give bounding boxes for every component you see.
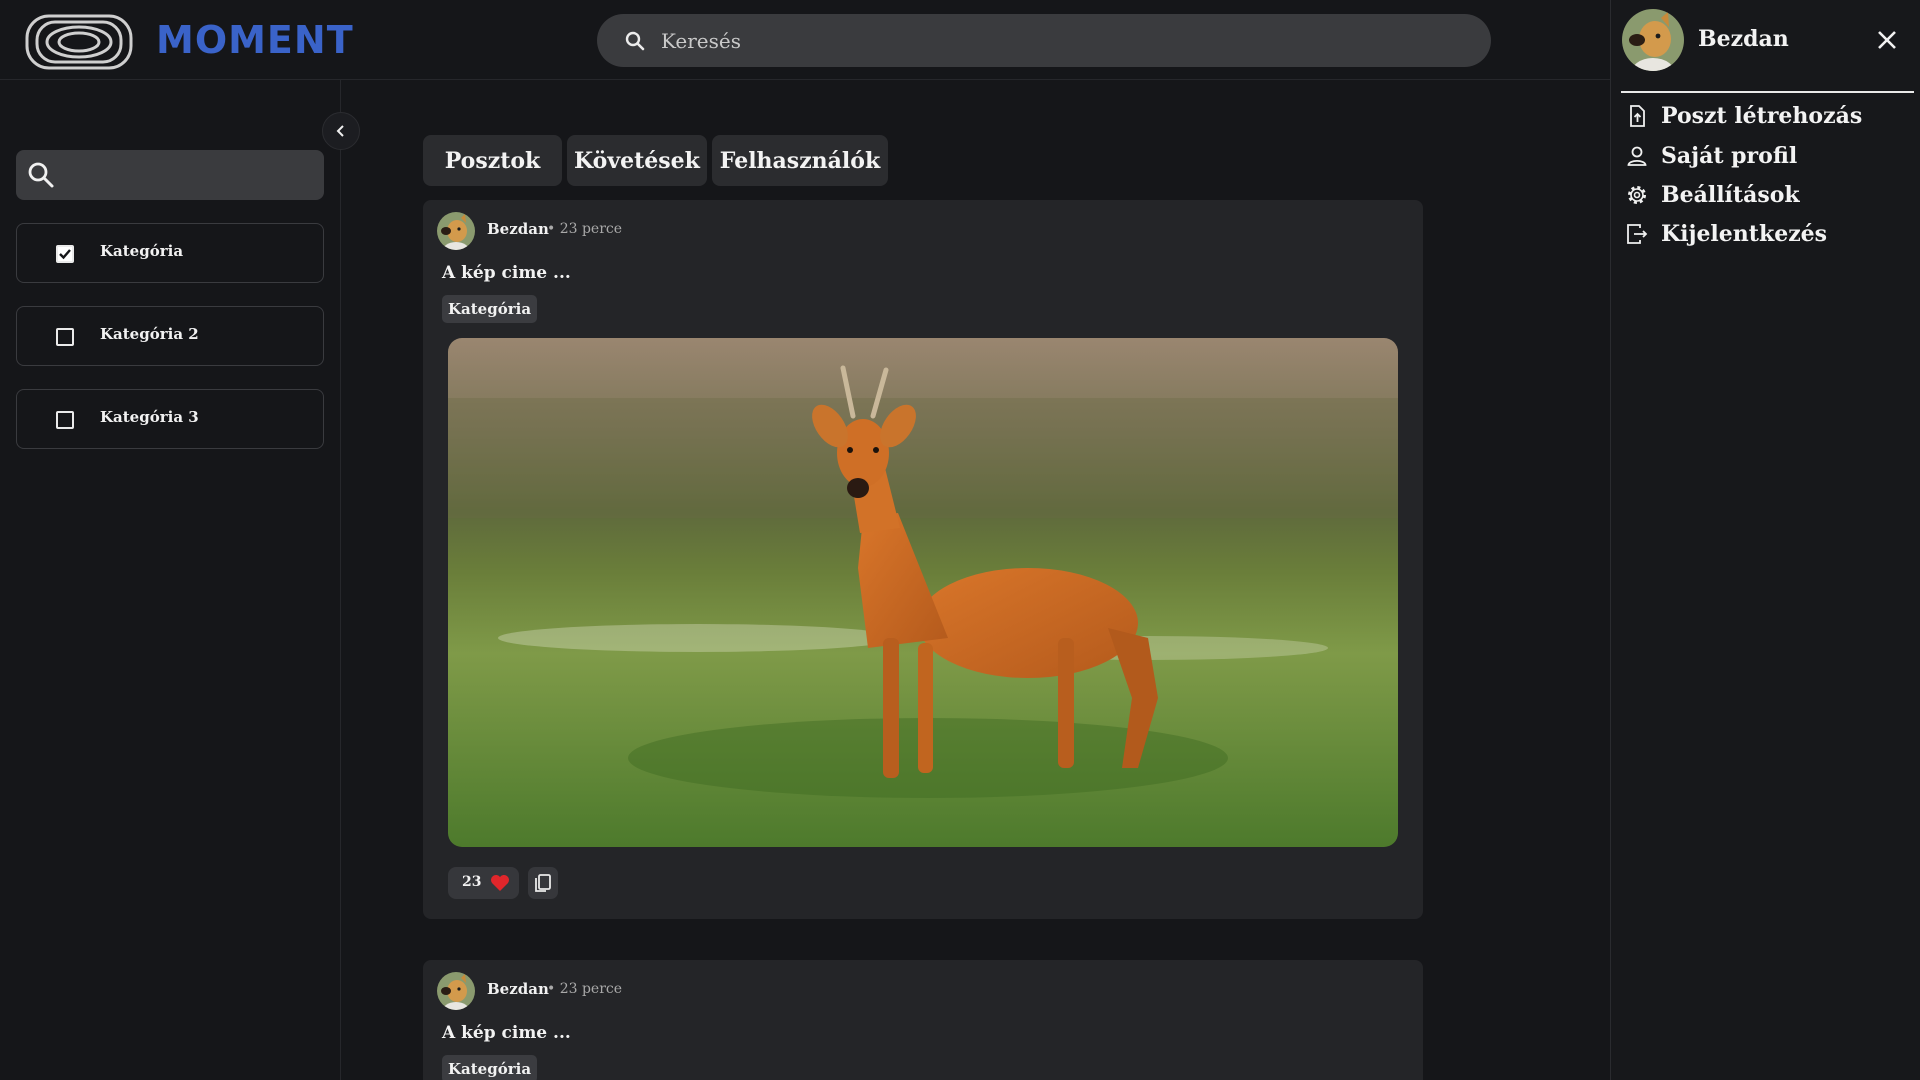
menu-label: Kijelentkezés	[1661, 221, 1828, 247]
search-icon	[625, 31, 645, 51]
chevron-left-icon	[336, 125, 344, 137]
menu-own-profile[interactable]: Saját profil	[1625, 140, 1797, 172]
username[interactable]: Bezdan	[1698, 26, 1789, 52]
filter-sidebar: Kategória Kategória 2 Kategória 3	[0, 80, 341, 1080]
brand-name[interactable]: MOMENT	[156, 18, 354, 62]
avatar[interactable]	[1622, 9, 1684, 71]
category-label: Kategória 3	[100, 408, 199, 426]
deer-photo-image	[448, 338, 1398, 847]
gear-icon	[1628, 186, 1646, 204]
like-button[interactable]: 23	[448, 867, 519, 899]
copy-button[interactable]	[528, 867, 558, 899]
tab-users[interactable]: Felhasználók	[712, 135, 888, 186]
heart-icon	[491, 875, 509, 891]
collapse-sidebar-button[interactable]	[322, 112, 360, 150]
global-search[interactable]	[597, 14, 1491, 67]
user-icon	[1627, 146, 1647, 166]
copy-icon	[535, 874, 551, 892]
post-title: A kép cime ...	[442, 1023, 571, 1043]
post-card: Bezdan • 23 perce A kép cime ... Kategór…	[423, 960, 1423, 1080]
category-search[interactable]	[16, 150, 324, 200]
post-time: • 23 perce	[547, 221, 623, 237]
checkbox-unchecked[interactable]	[56, 411, 74, 429]
post-title: A kép cime ...	[442, 263, 571, 283]
menu-label: Saját profil	[1661, 143, 1798, 169]
user-menu-panel: Bezdan Poszt létrehozás Saját profil Beá…	[1610, 0, 1920, 1080]
tab-posts[interactable]: Posztok	[423, 135, 562, 186]
menu-label: Poszt létrehozás	[1661, 103, 1863, 129]
avatar[interactable]	[437, 212, 475, 250]
category-badge[interactable]: Kategória	[442, 295, 538, 323]
category-badge[interactable]: Kategória	[442, 1055, 538, 1080]
global-search-input[interactable]	[661, 14, 1461, 67]
file-upload-icon	[1630, 105, 1645, 127]
menu-logout[interactable]: Kijelentkezés	[1625, 218, 1827, 250]
category-item[interactable]: Kategória	[16, 223, 324, 283]
category-item[interactable]: Kategória 3	[16, 389, 324, 449]
avatar[interactable]	[437, 972, 475, 1010]
category-item[interactable]: Kategória 2	[16, 306, 324, 366]
checkbox-checked[interactable]	[56, 245, 74, 263]
post-author[interactable]: Bezdan	[487, 980, 549, 998]
menu-create-post[interactable]: Poszt létrehozás	[1625, 100, 1862, 132]
close-icon[interactable]	[1875, 28, 1899, 52]
like-count: 23	[462, 874, 482, 890]
divider	[1621, 91, 1914, 93]
post-image[interactable]	[448, 338, 1398, 847]
top-header: MOMENT	[0, 0, 1610, 80]
checkmark-icon	[59, 249, 71, 260]
menu-label: Beállítások	[1661, 182, 1800, 208]
checkbox-unchecked[interactable]	[56, 328, 74, 346]
menu-settings[interactable]: Beállítások	[1625, 179, 1800, 211]
logout-icon	[1627, 224, 1648, 244]
category-label: Kategória	[100, 242, 184, 260]
category-search-input[interactable]	[70, 150, 310, 200]
search-icon	[28, 162, 54, 188]
post-time: • 23 perce	[547, 981, 623, 997]
category-label: Kategória 2	[100, 325, 199, 343]
post-card: Bezdan • 23 perce A kép cime ... Kategór…	[423, 200, 1423, 919]
tab-following[interactable]: Követések	[567, 135, 707, 186]
post-author[interactable]: Bezdan	[487, 220, 549, 238]
moment-logo-icon[interactable]	[24, 10, 134, 74]
